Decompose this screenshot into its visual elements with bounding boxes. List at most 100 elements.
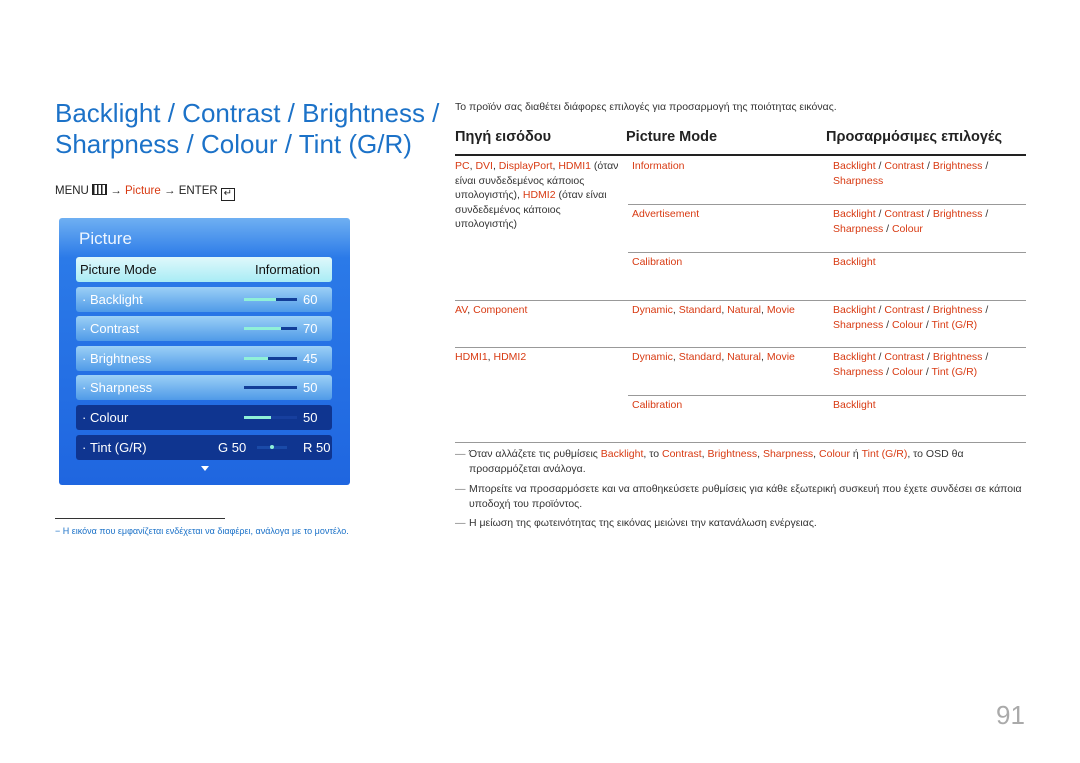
mode-cell: Calibration (632, 256, 683, 268)
divider (628, 204, 1026, 205)
highlighted-term: Contrast (884, 208, 925, 220)
highlighted-term: Backlight (833, 160, 876, 172)
highlighted-term: DisplayPort (498, 160, 553, 172)
bullet: · (82, 410, 87, 425)
highlighted-term: HDMI2 (522, 189, 556, 201)
osd-title: Picture (79, 229, 132, 248)
highlighted-term: Brightness (707, 448, 758, 460)
highlighted-term: Sharpness (833, 318, 884, 331)
level-slider[interactable] (244, 297, 297, 301)
bullet: · (82, 321, 87, 337)
note: — Όταν αλλάζετε τις ρυθμίσεις Backlight, … (455, 448, 964, 475)
highlighted-term: Standard (678, 304, 722, 316)
bullet: · (82, 291, 87, 307)
header-input-source: Πηγή εισόδου (455, 129, 552, 145)
highlighted-term: Backlight (833, 256, 876, 268)
text-segment: / (924, 304, 933, 316)
text-segment: / (924, 208, 933, 220)
triangle-down-icon[interactable] (201, 466, 209, 471)
highlighted-term: Tint (G/R) (861, 448, 908, 460)
text-segment: / (982, 208, 989, 220)
source-av-cell: AV, Component (455, 303, 527, 318)
osd-row-colour[interactable]: · Colour 50 (76, 405, 332, 430)
options-cell: Backlight (833, 255, 1003, 270)
source-pc-cell: PC, DVI, DisplayPort, HDMI1 (όταν είναι … (455, 159, 620, 232)
options-cell: Backlight / Contrast / Brightness / Shar… (833, 159, 1003, 188)
highlighted-term: Brightness (932, 304, 983, 316)
highlighted-term: Brightness (932, 208, 983, 220)
text-segment: / (883, 222, 892, 235)
menu-grid-icon (92, 184, 108, 195)
osd-row-backlight[interactable]: · Backlight 60 (76, 286, 332, 312)
picture-osd-menu: Picture Picture Mode Information · Backligh… (59, 218, 350, 485)
highlighted-term: Colour (891, 318, 923, 331)
row-value: Information (254, 262, 320, 277)
highlighted-term: Sharpness (833, 222, 884, 235)
text-segment: Μπορείτε να προσαρμόσετε και να αποθηκεύ… (469, 483, 1022, 510)
osd-row-tint-g-r[interactable]: · Tint (G/R) G 50 R 50 (76, 434, 332, 460)
tint-slider[interactable] (257, 444, 287, 449)
level-slider[interactable] (244, 327, 297, 331)
row-value: 70 (303, 321, 318, 337)
row-label: Brightness (90, 350, 152, 366)
level-slider[interactable] (244, 416, 297, 419)
highlighted-term: Brightness (932, 351, 983, 363)
highlighted-term: HDMI1 (455, 351, 488, 363)
row-label: Contrast (90, 321, 140, 337)
row-value: 60 (303, 291, 318, 307)
highlighted-term: Sharpness (833, 365, 884, 378)
text-segment: / (982, 351, 989, 363)
source-hdmi-cell: HDMI1, HDMI2 (455, 350, 526, 365)
section-title: Backlight / Contrast / Brightness / Sharp… (55, 98, 440, 159)
osd-row-contrast[interactable]: · Contrast 70 (76, 316, 332, 342)
osd-row-sharpness[interactable]: · Sharpness 50 (76, 375, 332, 401)
highlighted-term: Backlight (600, 448, 644, 460)
options-cell: Backlight / Contrast / Brightness / Shar… (833, 207, 1003, 236)
level-slider[interactable] (244, 386, 297, 390)
highlighted-term: Dynamic (632, 351, 673, 363)
osd-row-picture-mode[interactable]: Picture Mode Information (76, 257, 332, 282)
row-label: Sharpness (90, 380, 153, 396)
highlighted-term: Natural (727, 304, 762, 316)
highlighted-term: Sharpness (762, 448, 814, 460)
level-slider[interactable] (244, 356, 297, 360)
bullet: · (82, 439, 87, 455)
highlighted-term: Contrast (884, 304, 925, 316)
highlighted-term: Natural (727, 351, 762, 363)
options-cell: Backlight / Contrast / Brightness / Shar… (833, 350, 1003, 379)
divider (628, 395, 1026, 396)
text-segment: Η μείωση της φωτεινότητας της εικόνας με… (469, 517, 817, 529)
highlighted-term: Colour (891, 365, 923, 378)
divider (455, 442, 1026, 443)
highlighted-term: HDMI1 (558, 160, 591, 172)
highlighted-term: Contrast (884, 160, 925, 172)
footnote-divider (55, 518, 225, 519)
tint-r-value: R 50 (303, 439, 331, 455)
highlighted-term: Tint (G/R) (931, 318, 978, 331)
bullet: · (82, 380, 87, 396)
options-cell: Backlight / Contrast / Brightness / Shar… (833, 303, 1003, 332)
mode-cell: Dynamic, Standard, Natural, Movie (632, 303, 795, 318)
row-label: Backlight (90, 291, 143, 307)
highlighted-term: Dynamic (632, 304, 673, 316)
note: — Η μείωση της φωτεινότητας της εικόνας μ… (455, 517, 817, 529)
enter-icon: ↵ (220, 188, 235, 201)
text-segment: / (924, 351, 933, 363)
highlighted-term: Contrast (884, 351, 925, 363)
text-segment: Όταν αλλάζετε τις ρυθμίσεις (469, 448, 601, 460)
text-segment: / (982, 304, 989, 316)
highlighted-term: Sharpness (833, 174, 884, 187)
highlighted-term: Backlight (833, 208, 876, 220)
row-label: Tint (G/R) (90, 439, 147, 455)
highlighted-term: Standard (678, 351, 722, 363)
text-segment: , το (643, 448, 662, 460)
osd-row-brightness[interactable]: · Brightness 45 (76, 345, 332, 371)
divider (455, 347, 1026, 348)
divider (455, 300, 1026, 301)
options-cell: Backlight (833, 399, 876, 411)
highlighted-term: Backlight (833, 304, 876, 316)
highlighted-term: Brightness (932, 160, 983, 172)
row-label: Picture Mode (80, 262, 157, 277)
mode-cell: Dynamic, Standard, Natural, Movie (632, 350, 795, 365)
note: — Μπορείτε να προσαρμόσετε και να αποθηκε… (455, 483, 1022, 510)
